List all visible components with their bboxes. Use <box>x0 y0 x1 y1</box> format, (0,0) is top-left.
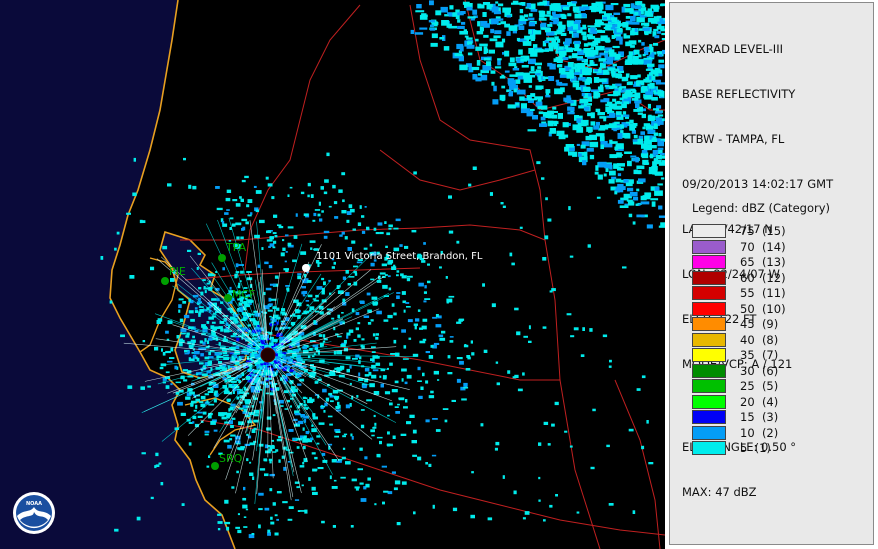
legend-label: 5 (1) <box>740 441 771 455</box>
legend-label: 25 (5) <box>740 379 779 393</box>
county-lines <box>180 0 665 549</box>
noaa-logo: NOAA <box>13 492 55 534</box>
legend-row: 10 (2) <box>692 425 852 442</box>
legend-label: 15 (3) <box>740 410 779 424</box>
legend-row: 15 (3) <box>692 410 852 426</box>
legend-row: 65 (13) <box>692 255 852 271</box>
info-panel: NEXRAD LEVEL-III BASE REFLECTIVITY KTBW … <box>669 2 874 545</box>
legend-swatch <box>692 255 726 269</box>
legend-swatch <box>692 332 726 347</box>
noaa-logo-text: NOAA <box>26 501 42 507</box>
legend-swatch <box>692 394 726 409</box>
legend-label: 75 (15) <box>740 224 786 238</box>
legend-label: 40 (8) <box>740 332 779 347</box>
legend-row: 30 (6) <box>692 363 852 380</box>
legend-label: 50 (10) <box>740 301 786 316</box>
legend-swatch <box>692 301 726 316</box>
legend-row: 20 (4) <box>692 394 852 411</box>
legend-swatch <box>692 239 726 254</box>
legend-swatch <box>692 363 726 378</box>
legend-row: 60 (12) <box>692 270 852 287</box>
legend-swatch <box>692 286 726 300</box>
legend-label: 30 (6) <box>740 363 779 378</box>
station-tpa-label[interactable]: TPA <box>225 241 247 254</box>
radar-site-marker <box>260 347 276 363</box>
legend-row: 45 (9) <box>692 317 852 333</box>
legend-label: 65 (13) <box>740 255 786 269</box>
legend-swatch <box>692 317 726 331</box>
legend-row: 55 (11) <box>692 286 852 302</box>
station-srq-dot <box>211 462 219 470</box>
legend-label: 10 (2) <box>740 425 779 440</box>
station-mcf-label[interactable]: MCF <box>232 288 256 301</box>
radar-map-canvas: TPA PIE MCF SRQ 1101 Victoria Street, Br… <box>0 0 665 549</box>
legend-swatch <box>692 224 726 238</box>
station-srq-label[interactable]: SRQ <box>219 452 243 465</box>
legend-label: 45 (9) <box>740 317 779 331</box>
station-mcf-dot <box>224 294 232 302</box>
legend-label: 70 (14) <box>740 239 786 254</box>
scan-datetime: 09/20/2013 14:02:17 GMT <box>682 177 834 191</box>
legend-row: 70 (14) <box>692 239 852 256</box>
station-pie-label[interactable]: PIE <box>169 265 186 278</box>
legend-swatch <box>692 348 726 362</box>
station-tpa-dot <box>218 254 226 262</box>
legend-row: 50 (10) <box>692 301 852 318</box>
legend-swatch <box>692 410 726 424</box>
product-name: NEXRAD LEVEL-III <box>682 42 783 56</box>
max-reflectivity: MAX: 47 dBZ <box>682 485 757 499</box>
legend-row: 40 (8) <box>692 332 852 349</box>
radar-map[interactable]: TPA PIE MCF SRQ 1101 Victoria Street, Br… <box>0 0 665 549</box>
dbz-legend: 75 (15) 70 (14) 65 (13) 60 (12) 55 (11) 50 (1… <box>692 224 852 457</box>
legend-label: 20 (4) <box>740 394 779 409</box>
legend-swatch <box>692 441 726 455</box>
address-marker[interactable] <box>302 264 310 272</box>
address-label: 1101 Victoria Street, Brandon, FL <box>316 251 483 262</box>
legend-row: 25 (5) <box>692 379 852 395</box>
product-type: BASE REFLECTIVITY <box>682 87 796 101</box>
radar-viewer: TPA PIE MCF SRQ 1101 Victoria Street, Br… <box>0 0 878 549</box>
legend-label: 60 (12) <box>740 270 786 285</box>
legend-label: 55 (11) <box>740 286 786 300</box>
legend-swatch <box>692 379 726 393</box>
station-id: KTBW - TAMPA, FL <box>682 132 785 146</box>
legend-label: 35 (7) <box>740 348 779 362</box>
legend-row: 35 (7) <box>692 348 852 364</box>
legend-row: 75 (15) <box>692 224 852 240</box>
legend-title: Legend: dBZ (Category) <box>692 201 830 215</box>
legend-swatch <box>692 270 726 285</box>
station-pie-dot <box>161 277 169 285</box>
legend-swatch <box>692 425 726 440</box>
legend-row: 5 (1) <box>692 441 852 457</box>
